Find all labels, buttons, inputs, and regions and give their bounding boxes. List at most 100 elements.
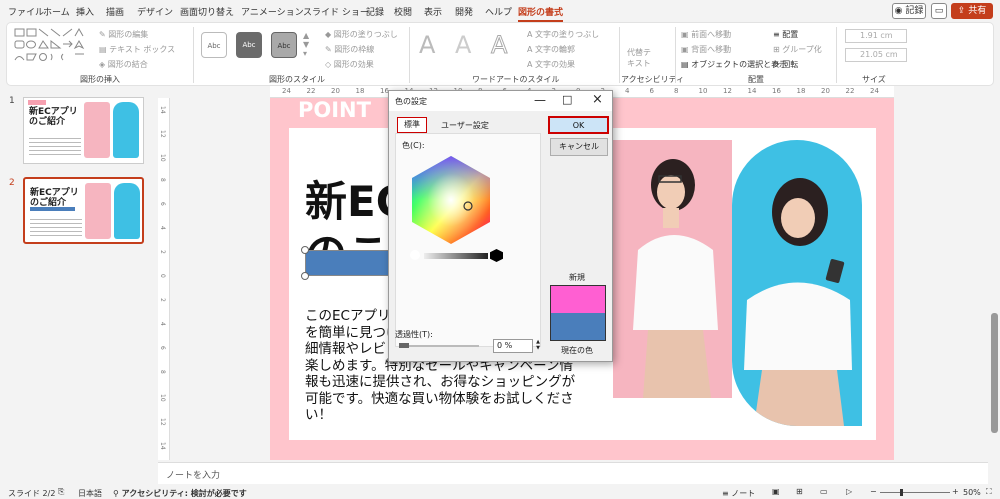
wordart-style-3[interactable]: A [490,31,507,60]
shapes-icons [14,27,85,61]
zoom-in-icon[interactable]: + [952,487,959,496]
body-line: 報も迅速に提供され、お得なショッピングが [305,374,576,390]
photo-woman-blue[interactable] [732,140,862,426]
menu-view[interactable]: 表示 [424,5,442,18]
tab-custom[interactable]: ユーザー設定 [441,120,489,131]
merge-shapes-button[interactable]: ◈ 図形の結合 [99,59,148,70]
style-gallery-arrows[interactable]: ▲ ▼ ▾ [303,31,309,58]
bring-forward-button[interactable]: ▣ 前面へ移動 [681,29,731,40]
send-backward-button[interactable]: ▣ 背面へ移動 [681,44,731,55]
group-button[interactable]: ⊞ グループ化 [773,44,822,55]
shapes-gallery[interactable] [13,27,95,69]
shape-style-3[interactable]: Abc [271,32,297,58]
wordart-style-2[interactable]: A [455,31,471,59]
reading-view-icon[interactable]: ▭ [820,487,828,496]
menu-draw[interactable]: 描画 [106,5,124,18]
shape-width-field[interactable]: 21.05 cm [845,48,907,62]
text-box-button[interactable]: ▤ テキスト ボックス [99,44,175,55]
cancel-button[interactable]: キャンセル [550,138,608,156]
zoom-out-icon[interactable]: − [870,487,877,496]
shape-width-value: 21.05 cm [860,50,898,59]
menu-help[interactable]: ヘルプ [485,5,512,18]
ruler-tick-label: 20 [331,87,340,95]
color-dialog: 色の設定 — □ × 標準 ユーザー設定 色(C): 透過性(T): 0 % ▲… [388,90,613,362]
share-button[interactable]: ⇪ 共有 [951,3,993,19]
slide-thumbnail-2[interactable]: 新ECアプリのご紹介 [23,177,144,244]
wordart-style-1[interactable]: A [419,31,435,59]
white-swatch[interactable] [410,250,420,260]
ruler-tick-label: 24 [870,87,879,95]
slide-sorter-icon[interactable]: ⊞ [796,487,803,496]
grayscale-swatches[interactable] [424,253,488,259]
photo-woman-pink[interactable] [613,140,732,398]
transparency-input[interactable]: 0 % [493,339,533,353]
zoom-slider-thumb[interactable] [900,489,903,496]
selected-title-bar[interactable] [305,250,395,276]
shape-style-1[interactable]: Abc [201,32,227,58]
transparency-slider[interactable] [399,343,479,348]
shape-outline-button[interactable]: ✎ 図形の枠線 [325,44,374,55]
ruler-tick-label: 2 [159,250,166,254]
transparency-spinner[interactable]: ▲ ▼ [534,339,542,353]
menu-developer[interactable]: 開発 [455,5,473,18]
text-effects-button[interactable]: A 文字の効果 [527,59,575,70]
close-icon[interactable]: × [592,92,603,107]
scroll-thumb[interactable] [991,313,998,433]
slide-thumbnail-1[interactable]: 新ECアプリのご紹介 [23,97,144,164]
menu-transitions[interactable]: 画面切り替え [180,5,234,18]
group-separator [619,27,620,83]
menu-slideshow[interactable]: スライド ショー [303,5,369,18]
resize-handle[interactable] [301,246,309,254]
menu-design[interactable]: デザイン [137,5,173,18]
woman-portrait-2 [744,178,852,426]
ok-button[interactable]: OK [548,116,609,134]
resize-handle[interactable] [301,272,309,280]
text-fill-button[interactable]: A 文字の塗りつぶし [527,29,599,40]
accessibility-label: アクセシビリティ: 検討が必要です [121,489,247,498]
color-hexagon-picker[interactable] [404,154,504,264]
point-heading[interactable]: POINT [298,98,371,122]
language-indicator[interactable]: 日本語 [78,488,102,499]
menu-insert[interactable]: 挿入 [76,5,94,18]
slideshow-icon[interactable]: ▷ [846,487,852,496]
menu-record[interactable]: 記録 [366,5,384,18]
menu-animations[interactable]: アニメーション [241,5,304,18]
tab-standard[interactable]: 標準 [397,117,427,133]
selection-pane-button[interactable]: ▤ オブジェクトの選択と表示 [681,59,787,70]
comments-button[interactable]: ▭ [931,3,947,19]
alt-text-button[interactable]: 代替テキスト [627,47,657,69]
transparency-slider-thumb[interactable] [399,343,409,348]
zoom-slider[interactable] [880,489,950,496]
thumb-body-text [29,138,81,156]
fit-slide-icon[interactable]: ⛶ [986,487,992,497]
menu-shape-format[interactable]: 図形の書式 [518,5,564,22]
vertical-scrollbar[interactable] [989,98,1000,462]
accessibility-status[interactable]: ⚲ アクセシビリティ: 検討が必要です [113,488,247,499]
minimize-icon[interactable]: — [534,93,546,107]
text-outline-button[interactable]: A 文字の輪郭 [527,44,575,55]
normal-view-icon[interactable]: ▣ [772,487,780,496]
menu-review[interactable]: 校閲 [394,5,412,18]
ruler-tick-label: 24 [282,87,291,95]
rotate-button[interactable]: ⟳ 回転 [773,59,798,70]
zoom-level[interactable]: 50% [963,488,981,497]
notes-pane[interactable]: ノートを入力 [158,462,988,484]
maximize-icon[interactable]: □ [562,93,572,106]
notes-toggle-button[interactable]: ≡ ノート [722,488,755,499]
shape-style-2[interactable]: Abc [236,32,262,58]
menu-home[interactable]: ホーム [43,5,70,18]
shape-effects-button[interactable]: ◇ 図形の効果 [325,59,374,70]
shape-height-field[interactable]: 1.91 cm [845,29,907,43]
ruler-tick-label: 22 [845,87,855,95]
menu-file[interactable]: ファイル [8,5,44,18]
edit-shape-button[interactable]: ✎ 図形の編集 [99,29,148,40]
text-box-label: テキスト ボックス [109,45,176,54]
ruler-tick-label: 10 [698,87,708,95]
slide-number: 2 [9,178,15,188]
record-button[interactable]: ◉ 記録 [892,3,926,19]
align-button[interactable]: ≡ 配置 [773,29,798,40]
shape-fill-button[interactable]: ◆ 図形の塗りつぶし [325,29,398,40]
spellcheck-icon[interactable]: ⎘ [58,487,64,497]
notes-placeholder[interactable]: ノートを入力 [166,468,220,481]
ruler-tick-label: 8 [159,370,166,374]
